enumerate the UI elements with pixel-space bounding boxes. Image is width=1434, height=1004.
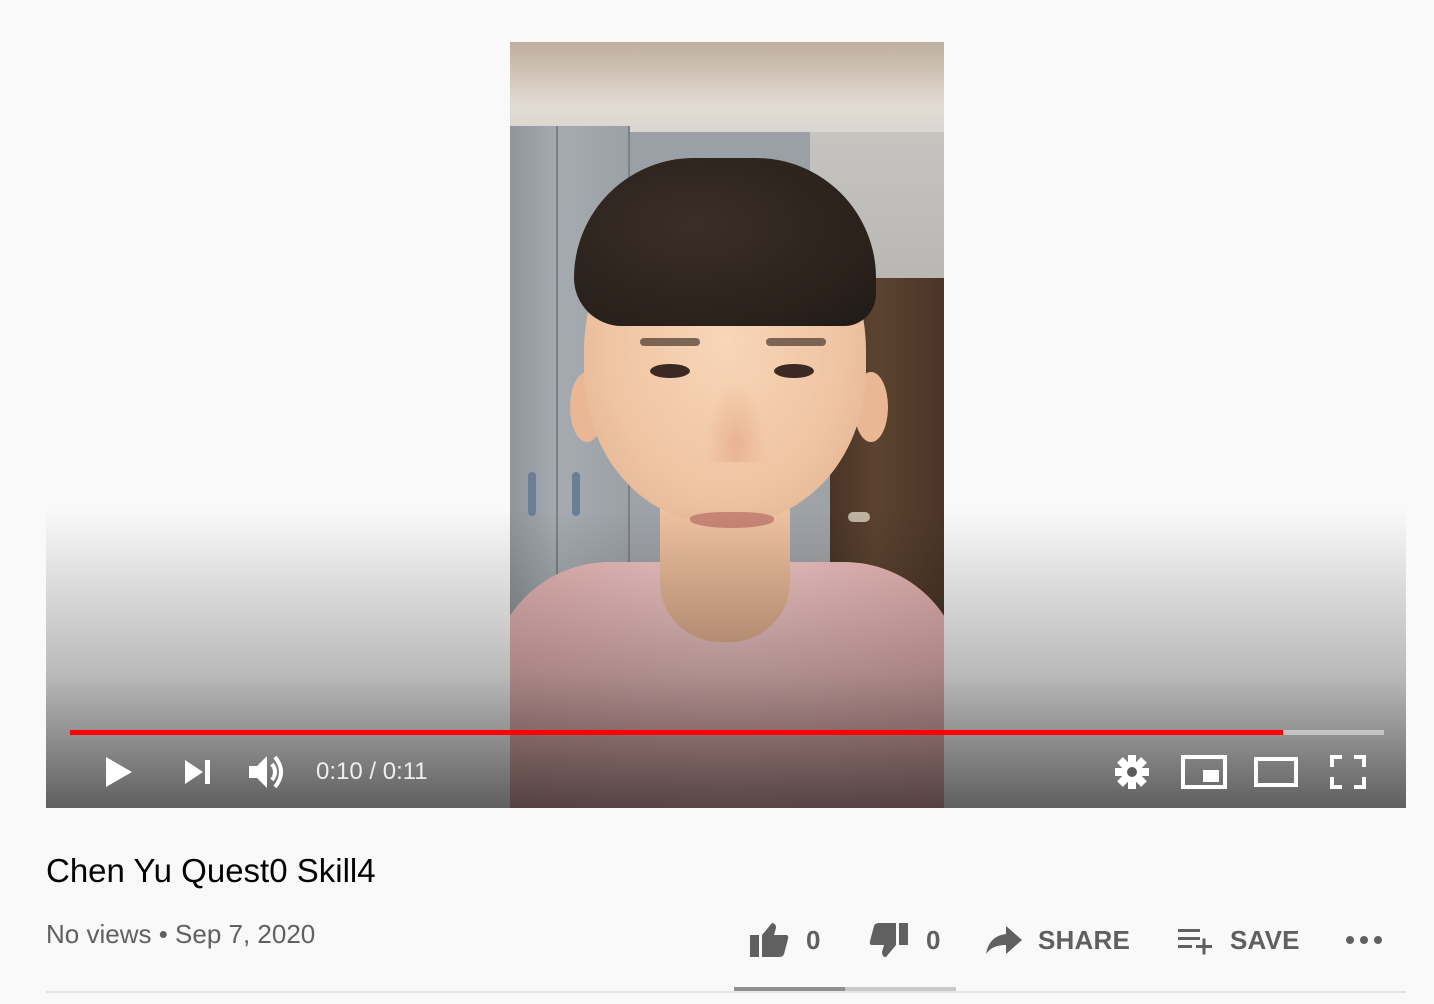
video-frame[interactable]: [510, 42, 944, 808]
volume-button[interactable]: [244, 752, 292, 792]
next-button[interactable]: [174, 752, 222, 792]
miniplayer-button[interactable]: [1180, 752, 1228, 792]
player-controls: 0:10 / 0:11: [46, 748, 1406, 796]
fullscreen-icon: [1330, 755, 1366, 789]
share-button[interactable]: SHARE: [984, 918, 1130, 962]
next-icon: [185, 760, 210, 784]
fullscreen-button[interactable]: [1324, 752, 1372, 792]
video-meta: No views • Sep 7, 2020: [46, 919, 316, 949]
like-count: 0: [806, 924, 821, 955]
time-display: 0:10 / 0:11: [316, 758, 428, 785]
video-title: Chen Yu Quest0 Skill4: [46, 852, 376, 889]
dislike-count: 0: [926, 924, 941, 955]
theater-mode-icon: [1254, 757, 1298, 787]
play-icon: [106, 757, 132, 787]
save-label: SAVE: [1230, 924, 1300, 955]
share-label: SHARE: [1038, 924, 1131, 955]
miniplayer-icon: [1181, 755, 1227, 789]
progress-bar[interactable]: [70, 730, 1384, 735]
add-to-playlist-icon: [1178, 929, 1212, 955]
thumbs-down-icon: [869, 923, 908, 957]
page: 0:10 / 0:11 Chen Yu Quest0 Skill4 No vie…: [0, 0, 1434, 1004]
divider: [46, 991, 1406, 993]
save-button[interactable]: SAVE: [1176, 918, 1300, 962]
settings-icon: [1115, 755, 1149, 789]
volume-icon: [249, 755, 283, 789]
thumbs-up-icon: [750, 923, 789, 957]
play-button[interactable]: [94, 752, 142, 792]
share-icon: [986, 926, 1022, 954]
dislike-button[interactable]: 0: [868, 918, 940, 962]
settings-button[interactable]: [1112, 752, 1152, 792]
more-icon: [1346, 936, 1382, 944]
theater-mode-button[interactable]: [1252, 752, 1300, 792]
progress-played: [70, 730, 1283, 735]
video-player[interactable]: 0:10 / 0:11: [46, 42, 1406, 808]
like-button[interactable]: 0: [748, 918, 820, 962]
more-actions-button[interactable]: [1344, 918, 1384, 962]
